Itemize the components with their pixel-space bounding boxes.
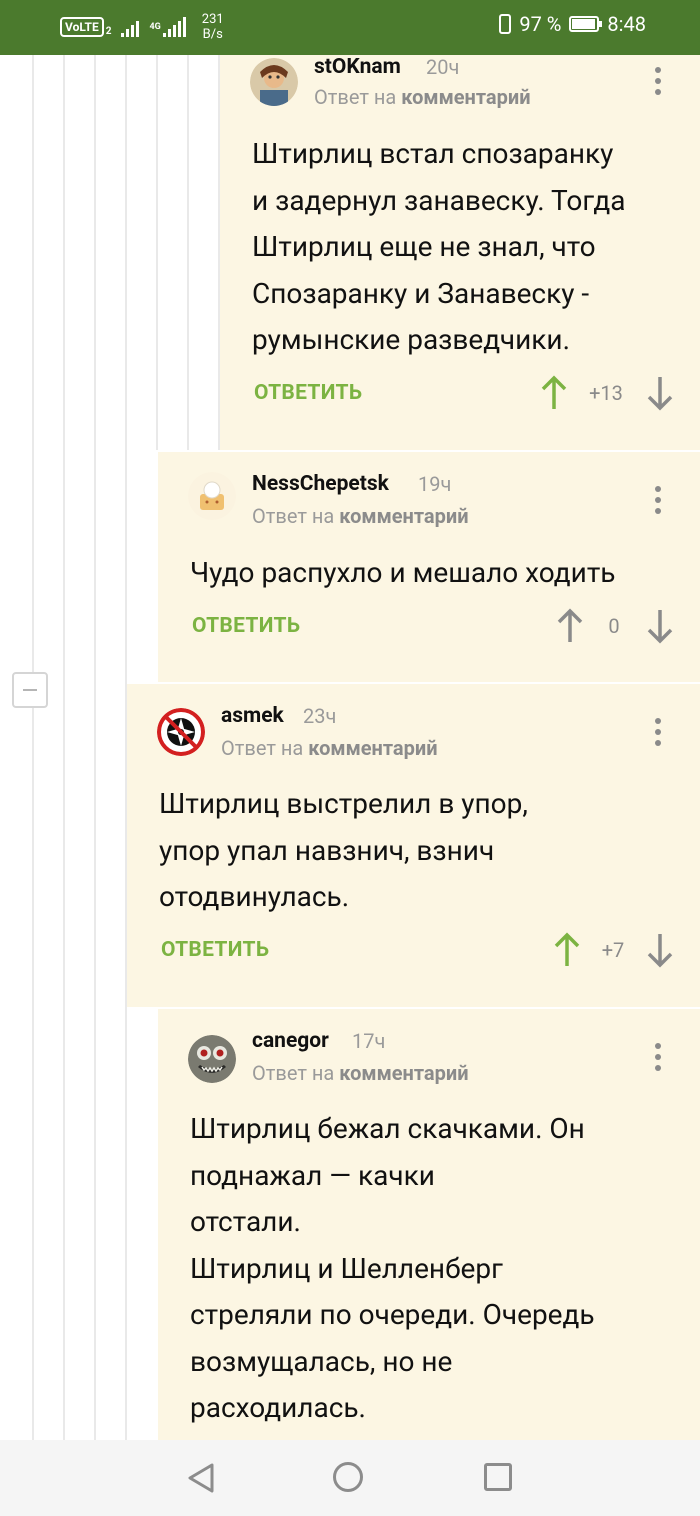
reply-button[interactable]: ОТВЕТИТЬ [254, 381, 362, 405]
nav-recent-icon[interactable] [484, 1463, 512, 1491]
comment-text: Штирлиц выстрелил в упор, упор упал навз… [159, 787, 528, 913]
status-bar: VoLTE 2 4G 231 B/s 97 % 8:48 [0, 0, 700, 55]
reply-button[interactable]: ОТВЕТИТЬ [192, 614, 300, 638]
arrow-up-icon[interactable] [556, 608, 584, 644]
nav-back-icon[interactable] [186, 1462, 216, 1494]
avatar[interactable] [250, 58, 298, 106]
reply-to-link[interactable]: комментарий [339, 1061, 468, 1085]
reply-to-prefix: Ответ на [252, 504, 335, 528]
thread-line [32, 55, 34, 1440]
arrow-up-icon[interactable] [540, 375, 568, 411]
vibrate-icon [499, 14, 512, 34]
avatar[interactable] [157, 708, 205, 756]
arrow-down-icon[interactable] [646, 375, 674, 411]
volte-icon: VoLTE [60, 17, 104, 37]
author-name[interactable]: asmek [221, 704, 284, 728]
reply-to-link[interactable]: комментарий [308, 736, 437, 760]
reply-to-prefix: Ответ на [314, 85, 397, 109]
reply-to-link[interactable]: комментарий [339, 504, 468, 528]
comment-time: 23ч [303, 704, 337, 728]
reply-to: Ответ на комментарий [252, 504, 469, 528]
reply-to: Ответ на комментарий [252, 1061, 469, 1085]
clock: 8:48 [607, 12, 646, 36]
speed-value: 231 [201, 12, 224, 27]
more-vertical-icon[interactable] [654, 1043, 662, 1073]
comment-text: Штирлиц бежал скачками. Он поднажал — ка… [190, 1112, 595, 1424]
author-name[interactable]: NessChepetsk [252, 472, 389, 496]
signal-icon-2 [162, 17, 186, 37]
status-left: VoLTE 2 4G 231 B/s [60, 10, 224, 44]
arrow-up-icon[interactable] [553, 932, 581, 968]
reply-button[interactable]: ОТВЕТИТЬ [161, 938, 269, 962]
thread-line [187, 55, 189, 450]
avatar[interactable] [188, 472, 236, 520]
reply-to-prefix: Ответ на [252, 1061, 335, 1085]
reply-to-prefix: Ответ на [221, 736, 304, 760]
comment-text: Чудо распухло и мешало ходить [190, 556, 616, 589]
thread-line [63, 55, 65, 1440]
more-vertical-icon[interactable] [654, 718, 662, 748]
more-vertical-icon[interactable] [654, 486, 662, 516]
collapse-thread-button[interactable] [12, 672, 48, 708]
network-type: 4G [149, 21, 161, 32]
comment-time: 20ч [426, 55, 460, 79]
comment: canegor 17ч Ответ на комментарий Штирлиц… [158, 1009, 700, 1440]
author-name[interactable]: canegor [252, 1029, 329, 1053]
author-name[interactable]: stOKnam [314, 55, 401, 79]
speed-unit: B/s [202, 27, 223, 42]
arrow-down-icon[interactable] [646, 608, 674, 644]
rating-value: 0 [608, 614, 620, 638]
battery-percent: 97 % [519, 12, 562, 36]
signal-icon [121, 17, 140, 37]
thread-line [94, 55, 96, 1440]
network-speed: 231 B/s [202, 12, 224, 42]
comment: asmek 23ч Ответ на комментарий Штирлиц в… [127, 684, 700, 1007]
comment-time: 17ч [352, 1029, 386, 1053]
volte-sim-number: 2 [105, 25, 112, 37]
reply-to: Ответ на комментарий [314, 85, 531, 109]
comment: NessChepetsk 19ч Ответ на комментарий Чу… [158, 452, 700, 682]
comment-time: 19ч [418, 472, 452, 496]
nav-home-icon[interactable] [333, 1462, 363, 1492]
system-nav-bar [0, 1440, 700, 1516]
reply-to-link[interactable]: комментарий [401, 85, 530, 109]
reply-to: Ответ на комментарий [221, 736, 438, 760]
more-vertical-icon[interactable] [654, 67, 662, 97]
comment-text: Штирлиц встал спозаранку и задернул зана… [252, 137, 626, 356]
comment: stOKnam 20ч Ответ на комментарий Штирлиц… [220, 55, 700, 450]
rating-value: +7 [601, 938, 625, 962]
thread-line [156, 55, 158, 450]
rating-value: +13 [589, 381, 623, 405]
arrow-down-icon[interactable] [646, 932, 674, 968]
battery-icon [569, 16, 603, 32]
status-right: 97 % 8:48 [499, 12, 646, 36]
avatar[interactable] [188, 1035, 236, 1083]
